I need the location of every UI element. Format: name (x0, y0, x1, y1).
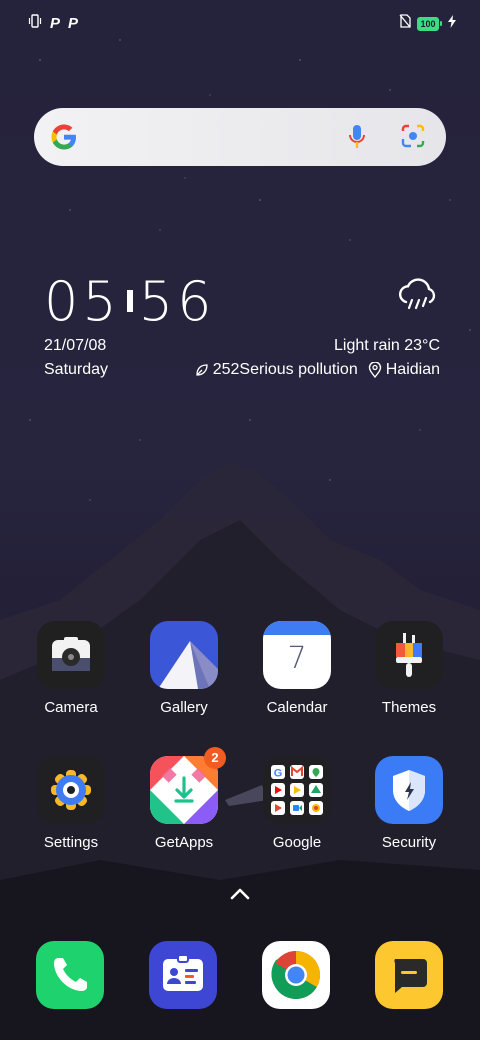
app-drawer-chevron-up-icon[interactable] (228, 886, 252, 907)
calendar-day-number: 7 (287, 641, 307, 676)
gallery-icon (150, 621, 218, 689)
app-camera[interactable]: Camera (16, 621, 126, 716)
app-google-folder[interactable]: G Google (242, 756, 352, 851)
notification-badge: 2 (204, 747, 226, 769)
app-label: Calendar (266, 699, 328, 716)
dock-messages[interactable] (375, 941, 443, 1009)
clock-minutes: 56 (138, 270, 216, 333)
app-settings[interactable]: Settings (16, 756, 126, 851)
lens-icon[interactable] (400, 124, 426, 153)
air-quality-row: 252Serious pollution Haidian (195, 361, 440, 379)
weather-summary: Light rain 23°C (333, 337, 440, 354)
app-label: Gallery (160, 699, 208, 716)
app-label: Security (381, 834, 437, 851)
clock-hours: 05 (44, 270, 121, 333)
air-quality-text: 252Serious pollution (212, 361, 358, 378)
location-text: Haidian (385, 361, 440, 378)
messages-icon (375, 959, 443, 1009)
google-search-bar[interactable] (34, 108, 446, 166)
app-getapps[interactable]: 2 GetApps (129, 747, 239, 851)
security-icon (375, 756, 443, 824)
dock-contacts[interactable] (149, 941, 217, 1009)
settings-icon (37, 756, 105, 824)
battery-level: 100 (417, 16, 439, 31)
app-label: Camera (44, 699, 98, 716)
calendar-icon: 7 (263, 621, 331, 689)
clock-date: 21/07/08 (44, 337, 107, 354)
contacts-icon (149, 954, 217, 1009)
dock-phone[interactable] (36, 941, 104, 1009)
charging-icon (448, 14, 456, 33)
dock-chrome[interactable] (262, 941, 330, 1009)
app-themes[interactable]: Themes (354, 621, 464, 716)
clock-time[interactable]: 05 56 (44, 270, 215, 333)
chrome-icon (262, 951, 330, 1009)
app-calendar[interactable]: 7 Calendar (242, 621, 352, 716)
google-folder-icon: G (263, 756, 331, 824)
clock-day: Saturday (44, 361, 109, 378)
app-label: Google (272, 834, 322, 851)
clock-separator (126, 290, 133, 313)
phone-icon (36, 958, 104, 1009)
app-security[interactable]: Security (354, 756, 464, 851)
mic-icon[interactable] (348, 124, 366, 155)
leaf-icon (195, 363, 209, 377)
app-label: Themes (381, 699, 437, 716)
themes-icon (375, 621, 443, 689)
rain-cloud-icon[interactable] (396, 276, 440, 321)
vibrate-icon (28, 14, 42, 33)
parking-icon: P (68, 15, 79, 32)
google-g-icon[interactable] (48, 121, 80, 158)
camera-icon (37, 621, 105, 689)
battery-icon: 100 (417, 16, 442, 31)
app-gallery[interactable]: Gallery (129, 621, 239, 716)
svg-text:G: G (274, 768, 283, 780)
app-label: GetApps (154, 834, 214, 851)
location-pin-icon (368, 362, 382, 378)
app-label: Settings (43, 834, 99, 851)
status-bar: P P 100 (0, 8, 480, 36)
no-sim-icon (399, 14, 411, 33)
parking-icon: P (50, 15, 61, 32)
